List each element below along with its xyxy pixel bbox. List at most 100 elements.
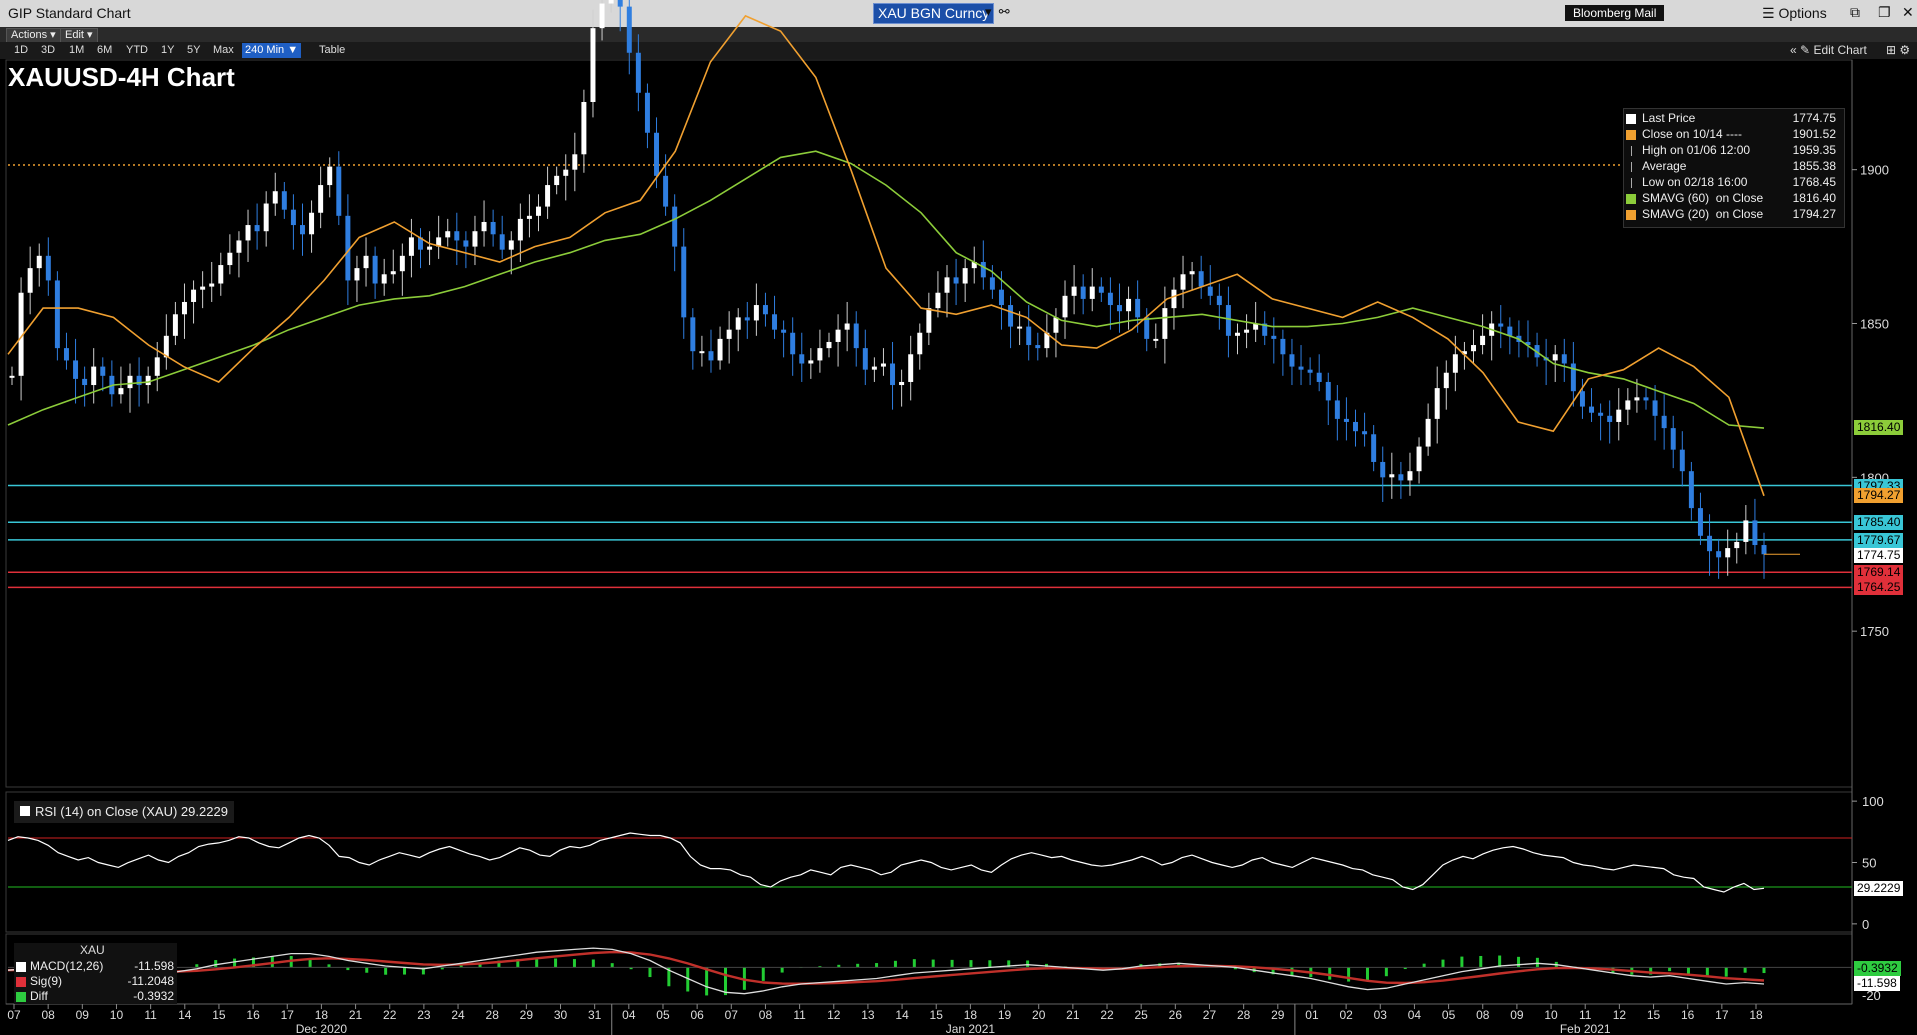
x-month-label: Dec 2020 (296, 1022, 348, 1035)
x-tick-label: 11 (1579, 1008, 1592, 1022)
candle-body (1071, 286, 1077, 296)
rsi-ytick-label: 100 (1862, 794, 1884, 809)
candle (545, 166, 551, 219)
candle (399, 243, 405, 296)
candle-body (1471, 345, 1477, 352)
candle-body (644, 92, 650, 133)
candle-body (908, 354, 914, 382)
candle-body (1189, 271, 1195, 275)
candle-body (1507, 326, 1513, 336)
candle-body (844, 323, 850, 330)
candle-body (1171, 289, 1177, 309)
candle-body (1280, 338, 1286, 355)
legend-value: 1901.52 (1792, 127, 1836, 141)
candle (1325, 372, 1331, 426)
candle-body (899, 381, 905, 386)
macd-legend-row: MACD(12,26) -11.598 (16, 959, 174, 974)
candle-body (1026, 326, 1032, 346)
candle (1343, 397, 1349, 441)
x-tick-label: 23 (417, 1008, 431, 1022)
candle-body (526, 215, 532, 219)
candle (427, 231, 433, 266)
candle-body (1017, 326, 1023, 329)
candle (1235, 323, 1240, 355)
candle (472, 215, 478, 266)
x-tick-label: 15 (930, 1008, 944, 1022)
macd-legend-swatch (16, 992, 26, 1002)
legend-swatch (1631, 146, 1633, 156)
candle (1271, 317, 1277, 364)
candle-body (1325, 381, 1331, 401)
candle (445, 218, 451, 247)
legend-swatch (1626, 130, 1636, 140)
candle (236, 231, 242, 278)
x-tick-label: 31 (588, 1008, 602, 1022)
legend-value: 1959.35 (1792, 143, 1836, 157)
candle-body (354, 268, 360, 281)
candle-body (309, 212, 315, 235)
candle-body (1080, 286, 1086, 299)
candle (753, 283, 759, 336)
candle (1543, 338, 1549, 386)
candle (672, 194, 678, 272)
x-tick-label: 11 (793, 1008, 806, 1022)
candle-body (227, 252, 233, 266)
legend-label: Last Price (1642, 111, 1696, 125)
candle (127, 363, 133, 413)
candle-body (1298, 366, 1304, 370)
candle (145, 366, 151, 404)
candle (309, 200, 315, 253)
candle-body (45, 255, 51, 281)
candle (1316, 354, 1322, 392)
candle-body (726, 329, 732, 339)
candle-body (1135, 298, 1141, 318)
candle (191, 280, 197, 324)
candle (1008, 295, 1014, 349)
candle (1561, 338, 1567, 382)
candle (626, 0, 632, 75)
candle-body (1752, 520, 1758, 546)
candle-body (1743, 520, 1749, 542)
candle (526, 194, 532, 238)
candle-body (781, 329, 787, 333)
candle (835, 314, 841, 367)
legend-swatch (1631, 178, 1633, 188)
candle-body (1271, 335, 1277, 339)
candle (363, 237, 369, 287)
candle (299, 203, 305, 256)
candle (1652, 385, 1658, 441)
legend-value: 1816.40 (1792, 191, 1836, 205)
candle (1098, 277, 1104, 302)
x-tick-label: 10 (1544, 1008, 1558, 1022)
candle-body (1480, 335, 1486, 346)
candle-body (1053, 317, 1059, 333)
candle-body (1126, 298, 1132, 312)
candle-body (1244, 329, 1250, 333)
x-tick-label: 08 (1476, 1008, 1490, 1022)
candle-body (1098, 286, 1104, 293)
candle (1534, 332, 1540, 367)
candle (172, 301, 178, 346)
candle-body (363, 255, 369, 269)
price-panel-frame (5, 59, 1853, 788)
candle (1253, 301, 1259, 342)
candle (699, 335, 705, 367)
candle-body (1498, 323, 1504, 327)
x-tick-label: 26 (1169, 1008, 1183, 1022)
candle-body (100, 366, 106, 376)
candle-body (635, 52, 641, 93)
candle (926, 292, 932, 346)
x-tick-label: 29 (520, 1008, 534, 1022)
candle-body (554, 175, 560, 186)
legend-swatch (1626, 114, 1636, 124)
candle-body (926, 308, 932, 333)
candle-body (1380, 461, 1386, 478)
candle (953, 258, 959, 306)
candle-body (245, 225, 251, 241)
candle (635, 34, 641, 112)
candle-body (735, 317, 741, 330)
candle-body (336, 166, 342, 216)
candle-body (853, 323, 859, 349)
candle (1225, 286, 1231, 358)
candle (599, 0, 605, 41)
